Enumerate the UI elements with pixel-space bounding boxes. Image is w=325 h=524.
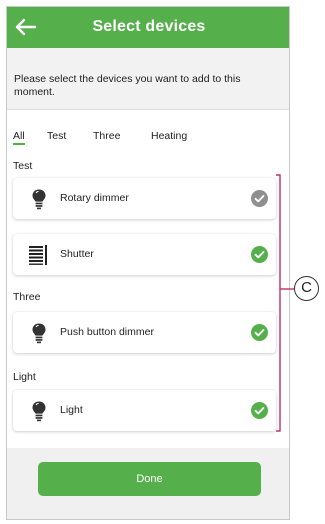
callout-label: C [294,276,319,301]
tab-three[interactable]: Three [93,130,120,142]
section-title-light: Light [13,371,36,383]
check-circle-icon[interactable] [251,402,268,419]
bulb-icon [32,323,46,344]
device-label: Shutter [60,248,94,260]
bulb-icon [32,189,46,210]
check-circle-icon[interactable] [251,246,268,263]
device-card-shutter[interactable]: Shutter [13,234,276,275]
device-label: Light [60,404,83,416]
phone-screen: Select devices Please select the devices… [6,6,290,520]
footer-bar: Done [7,448,289,519]
bulb-icon [32,401,46,422]
check-circle-icon[interactable] [251,190,268,207]
tab-all[interactable]: All [13,130,25,145]
shutter-icon [29,245,47,265]
app-header: Select devices [7,7,289,48]
device-list-panel: All Test Three Heating Test Rotary dimme… [7,110,289,448]
device-label: Rotary dimmer [60,192,129,204]
device-card-light[interactable]: Light [13,390,276,431]
instruction-text: Please select the devices you want to ad… [7,48,289,110]
page-title: Select devices [92,18,206,35]
device-card-rotary-dimmer[interactable]: Rotary dimmer [13,178,276,219]
check-circle-icon[interactable] [251,324,268,341]
tab-heating[interactable]: Heating [151,130,187,142]
done-button[interactable]: Done [38,462,261,496]
section-title-three: Three [13,291,41,303]
device-card-push-button-dimmer[interactable]: Push button dimmer [13,312,276,353]
tab-test[interactable]: Test [47,130,66,142]
callout-bracket [276,174,294,432]
device-label: Push button dimmer [60,326,154,338]
section-title-test: Test [13,160,33,172]
